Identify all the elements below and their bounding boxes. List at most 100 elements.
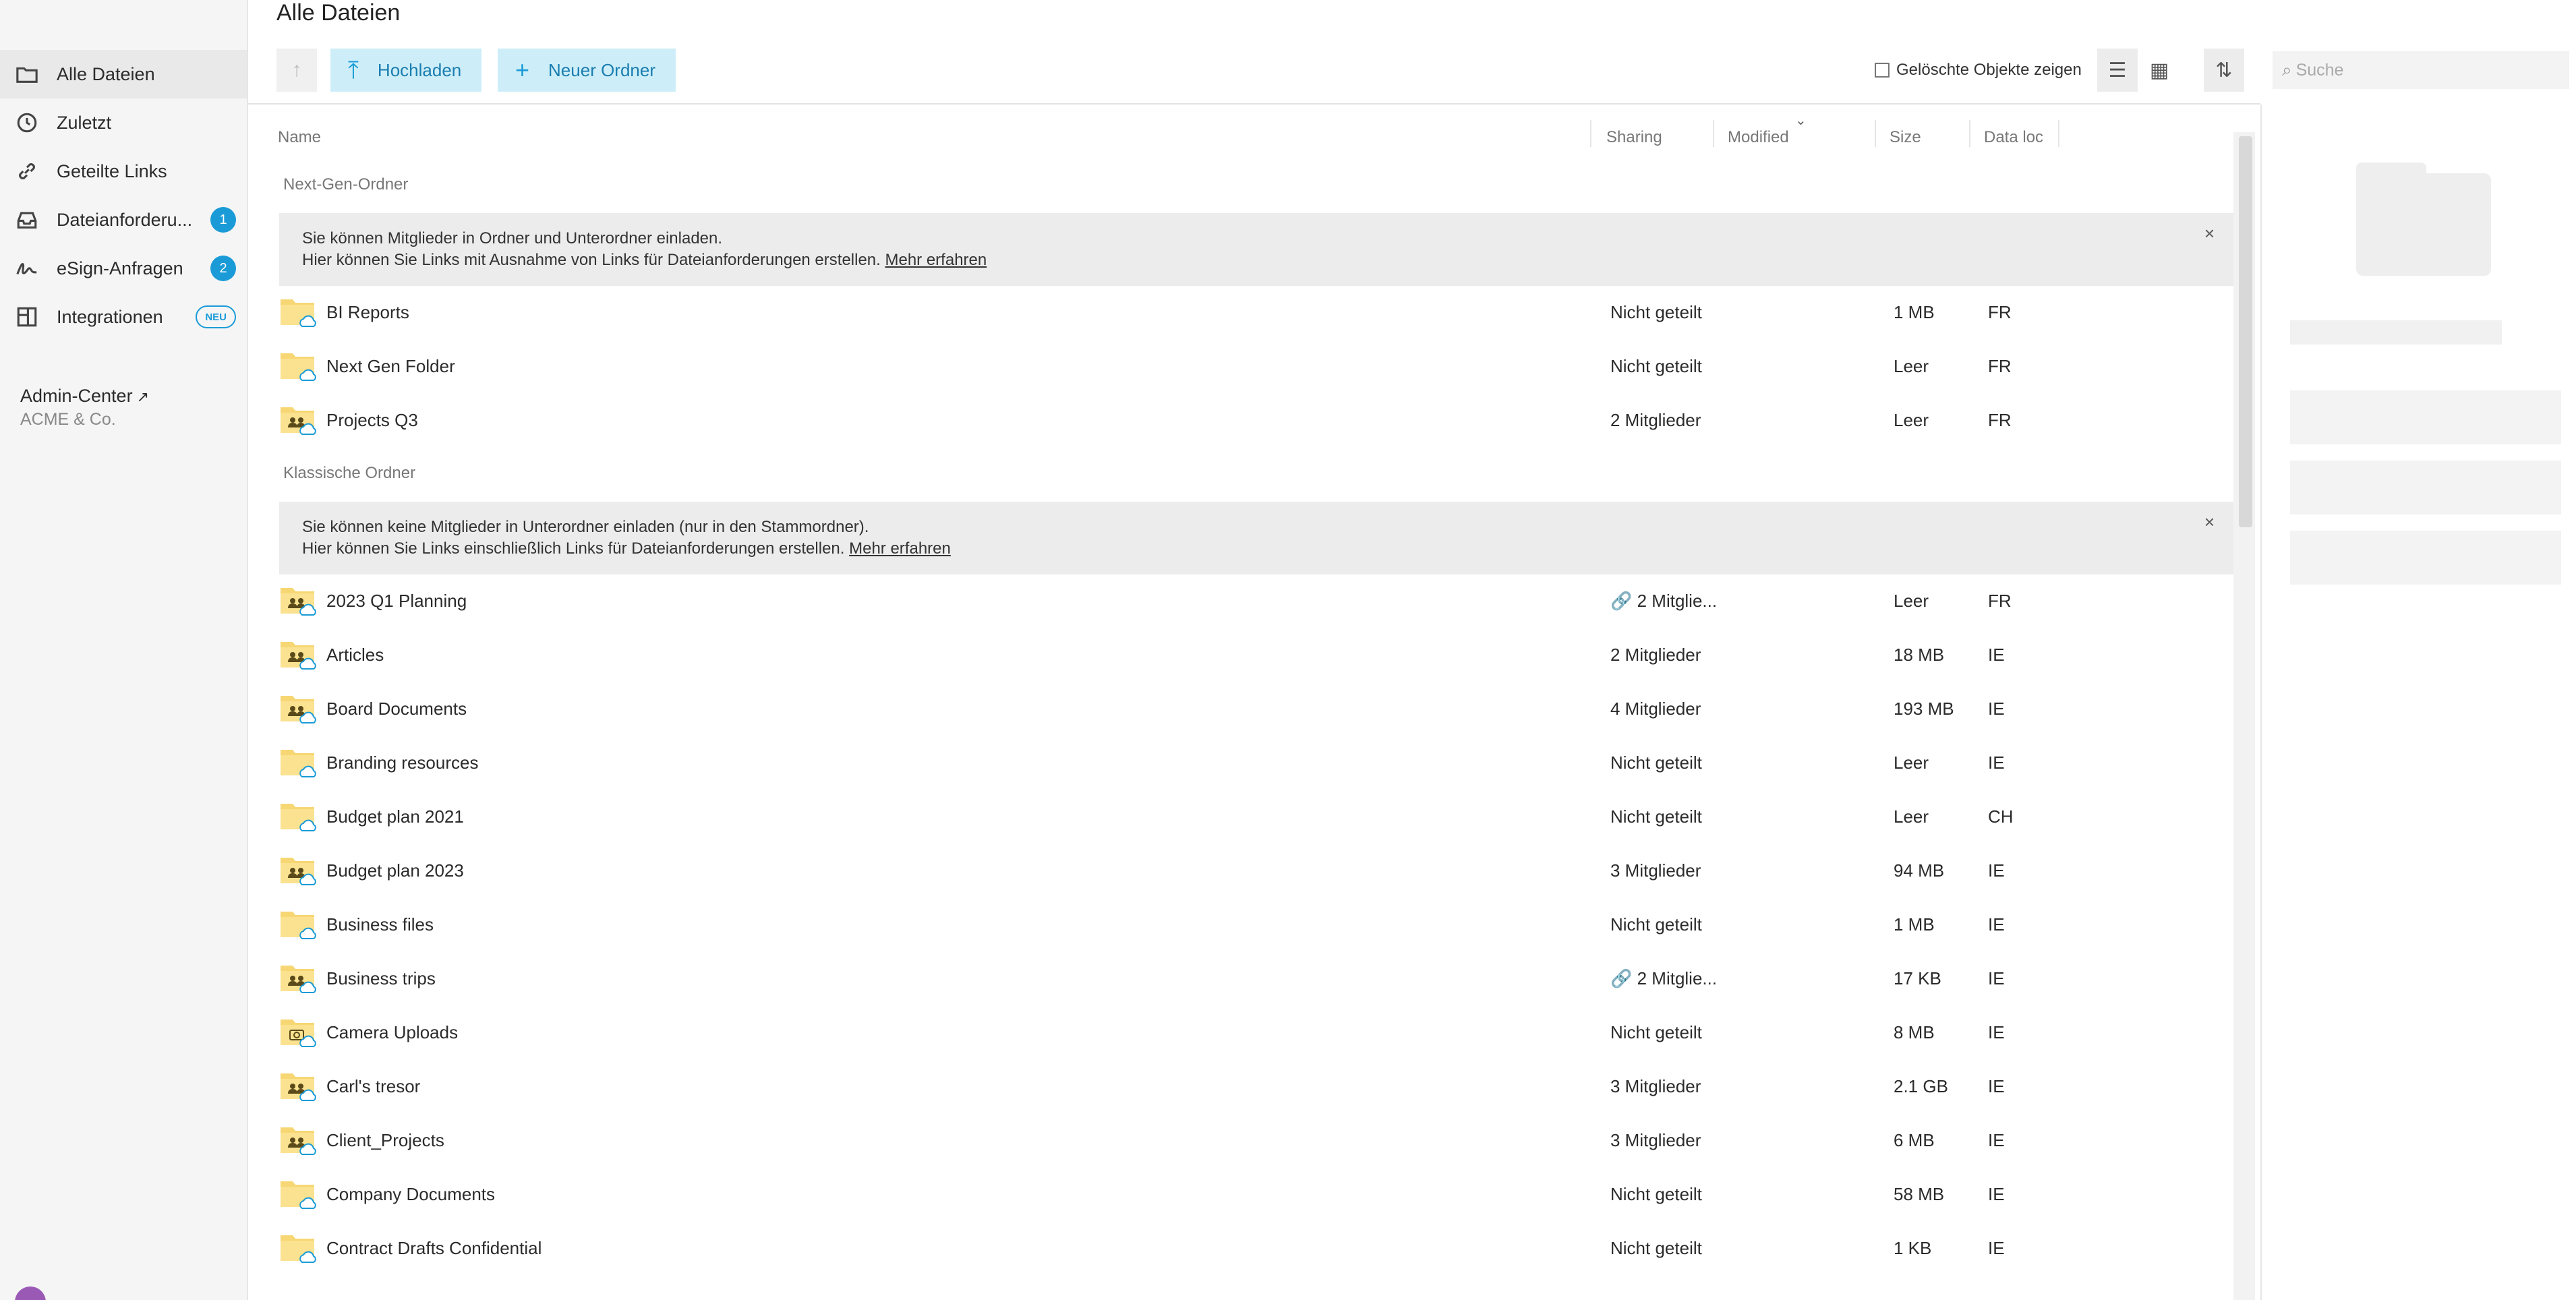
search-box[interactable]: ⌕ [2273, 51, 2569, 89]
list-view-button[interactable]: ☰ [2097, 49, 2138, 92]
row-data-location: IE [1988, 968, 2005, 988]
file-requests-count-badge: 1 [210, 207, 236, 233]
table-row[interactable]: Business trips 🔗 2 Mitglie... 17 KB IE [279, 952, 2236, 1006]
row-name[interactable]: Next Gen Folder [326, 356, 455, 377]
table-row[interactable]: Company Documents Nicht geteilt 58 MB IE [279, 1168, 2236, 1222]
column-divider[interactable] [2058, 120, 2059, 147]
table-row[interactable]: Camera Uploads Nicht geteilt 8 MB IE [279, 1006, 2236, 1060]
file-table: Name Sharing Modified ⌄ Size Data loc Ne… [248, 105, 2260, 1300]
sidebar-item-esign[interactable]: eSign-Anfragen 2 [0, 244, 247, 293]
sidebar-item-integrations[interactable]: Integrationen NEU [0, 293, 247, 341]
row-size: 1 MB [1894, 914, 1935, 935]
shared-folder-cloud-icon [279, 1069, 317, 1103]
row-size: 1 KB [1894, 1238, 1932, 1258]
signature-icon [15, 256, 39, 280]
table-row[interactable]: Board Documents 4 Mitglieder 193 MB IE [279, 682, 2236, 736]
company-name: ACME & Co. [20, 410, 116, 429]
search-input[interactable] [2295, 60, 2552, 80]
table-row[interactable]: Client_Projects 3 Mitglieder 6 MB IE [279, 1114, 2236, 1168]
row-name[interactable]: Carl's tresor [326, 1076, 420, 1097]
row-name[interactable]: Client_Projects [326, 1130, 444, 1151]
column-header-modified[interactable]: Modified [1728, 119, 1789, 156]
loading-placeholder [2290, 320, 2502, 345]
table-row[interactable]: 2023 Q1 Planning 🔗 2 Mitglie... Leer FR [279, 574, 2236, 628]
row-name[interactable]: Board Documents [326, 699, 467, 719]
show-deleted-toggle[interactable]: Gelöschte Objekte zeigen [1875, 61, 2082, 80]
avatar[interactable] [15, 1287, 46, 1300]
row-name[interactable]: Business files [326, 914, 434, 935]
grid-view-button[interactable]: ▦ [2139, 49, 2179, 92]
row-name[interactable]: Branding resources [326, 752, 478, 773]
row-sharing: Nicht geteilt [1610, 806, 1702, 827]
table-row[interactable]: BI Reports Nicht geteilt 1 MB FR [279, 286, 2236, 340]
row-data-location: IE [1988, 1184, 2005, 1204]
sort-button[interactable]: ⇅ [2204, 49, 2244, 92]
scrollbar-thumb[interactable] [2239, 136, 2252, 527]
table-row[interactable]: Projects Q3 2 Mitglieder Leer FR [279, 394, 2236, 448]
folder-icon [15, 62, 39, 86]
column-header-data-location[interactable]: Data loc [1984, 119, 2043, 156]
table-row[interactable]: Carl's tresor 3 Mitglieder 2.1 GB IE [279, 1060, 2236, 1114]
folder-cloud-icon [279, 800, 317, 833]
table-row[interactable]: Budget plan 2023 3 Mitglieder 94 MB IE [279, 844, 2236, 898]
column-divider[interactable] [1969, 120, 1970, 147]
row-name[interactable]: Company Documents [326, 1184, 495, 1205]
sidebar-item-recent[interactable]: Zuletzt [0, 98, 247, 147]
table-row[interactable]: Next Gen Folder Nicht geteilt Leer FR [279, 340, 2236, 394]
learn-more-link[interactable]: Mehr erfahren [885, 251, 987, 269]
table-row[interactable]: Contract Drafts Confidential Nicht geteil… [279, 1222, 2236, 1276]
row-name[interactable]: Budget plan 2021 [326, 806, 464, 827]
column-header-name[interactable]: Name [278, 119, 321, 156]
info-text: Sie können keine Mitglieder in Unterordn… [302, 518, 869, 536]
sidebar-item-label: eSign-Anfragen [57, 258, 183, 278]
row-sharing: 3 Mitglieder [1610, 1076, 1701, 1096]
loading-placeholder [2290, 461, 2561, 514]
table-row[interactable]: Branding resources Nicht geteilt Leer IE [279, 736, 2236, 790]
column-header-sharing[interactable]: Sharing [1606, 119, 1662, 156]
new-folder-button-label: Neuer Ordner [548, 59, 655, 80]
table-row[interactable]: Articles 2 Mitglieder 18 MB IE [279, 628, 2236, 682]
row-data-location: IE [1988, 1130, 2005, 1150]
list-icon: ☰ [2108, 59, 2127, 82]
sidebar-item-all-files[interactable]: Alle Dateien [0, 50, 247, 98]
navigate-up-button[interactable]: ↑ [276, 49, 317, 92]
row-name[interactable]: Budget plan 2023 [326, 860, 464, 881]
row-sharing: Nicht geteilt [1610, 1022, 1702, 1042]
close-icon[interactable]: × [2204, 511, 2215, 533]
new-folder-button[interactable]: + Neuer Ordner [498, 49, 676, 92]
grid-icon: ▦ [2149, 59, 2169, 82]
admin-center-link[interactable]: Admin-Center ↗ [20, 386, 149, 407]
row-name[interactable]: Articles [326, 645, 384, 666]
row-name[interactable]: BI Reports [326, 302, 409, 323]
sidebar-item-label: Integrationen [57, 306, 163, 327]
column-header-size[interactable]: Size [1890, 119, 1921, 156]
folder-cloud-icon [279, 1177, 317, 1211]
sidebar-item-file-requests[interactable]: Dateianforderu... 1 [0, 196, 247, 244]
row-size: 6 MB [1894, 1130, 1935, 1150]
row-size: Leer [1894, 591, 1929, 611]
shared-folder-cloud-icon [279, 584, 317, 618]
close-icon[interactable]: × [2204, 223, 2215, 244]
sidebar-item-shared-links[interactable]: Geteilte Links [0, 147, 247, 196]
column-divider[interactable] [1713, 120, 1714, 147]
row-name[interactable]: Contract Drafts Confidential [326, 1238, 541, 1259]
row-size: 58 MB [1894, 1184, 1945, 1204]
shared-folder-cloud-icon [279, 403, 317, 437]
row-name[interactable]: 2023 Q1 Planning [326, 591, 467, 612]
show-deleted-checkbox[interactable] [1875, 63, 1890, 78]
table-row[interactable]: Business files Nicht geteilt 1 MB IE [279, 898, 2236, 952]
folder-cloud-icon [279, 295, 317, 329]
toolbar-divider [248, 103, 2260, 105]
learn-more-link[interactable]: Mehr erfahren [849, 539, 951, 558]
column-divider[interactable] [1875, 120, 1876, 147]
table-row[interactable]: Budget plan 2021 Nicht geteilt Leer CH [279, 790, 2236, 844]
new-badge: NEU [196, 305, 236, 328]
row-name[interactable]: Camera Uploads [326, 1022, 458, 1043]
upload-button[interactable]: ⤒ Hochladen [330, 49, 482, 92]
row-size: Leer [1894, 356, 1929, 376]
row-name[interactable]: Projects Q3 [326, 410, 418, 431]
row-data-location: IE [1988, 1022, 2005, 1042]
sort-desc-icon: ⌄ [1795, 113, 1807, 128]
row-name[interactable]: Business trips [326, 968, 436, 989]
column-divider[interactable] [1590, 120, 1591, 147]
